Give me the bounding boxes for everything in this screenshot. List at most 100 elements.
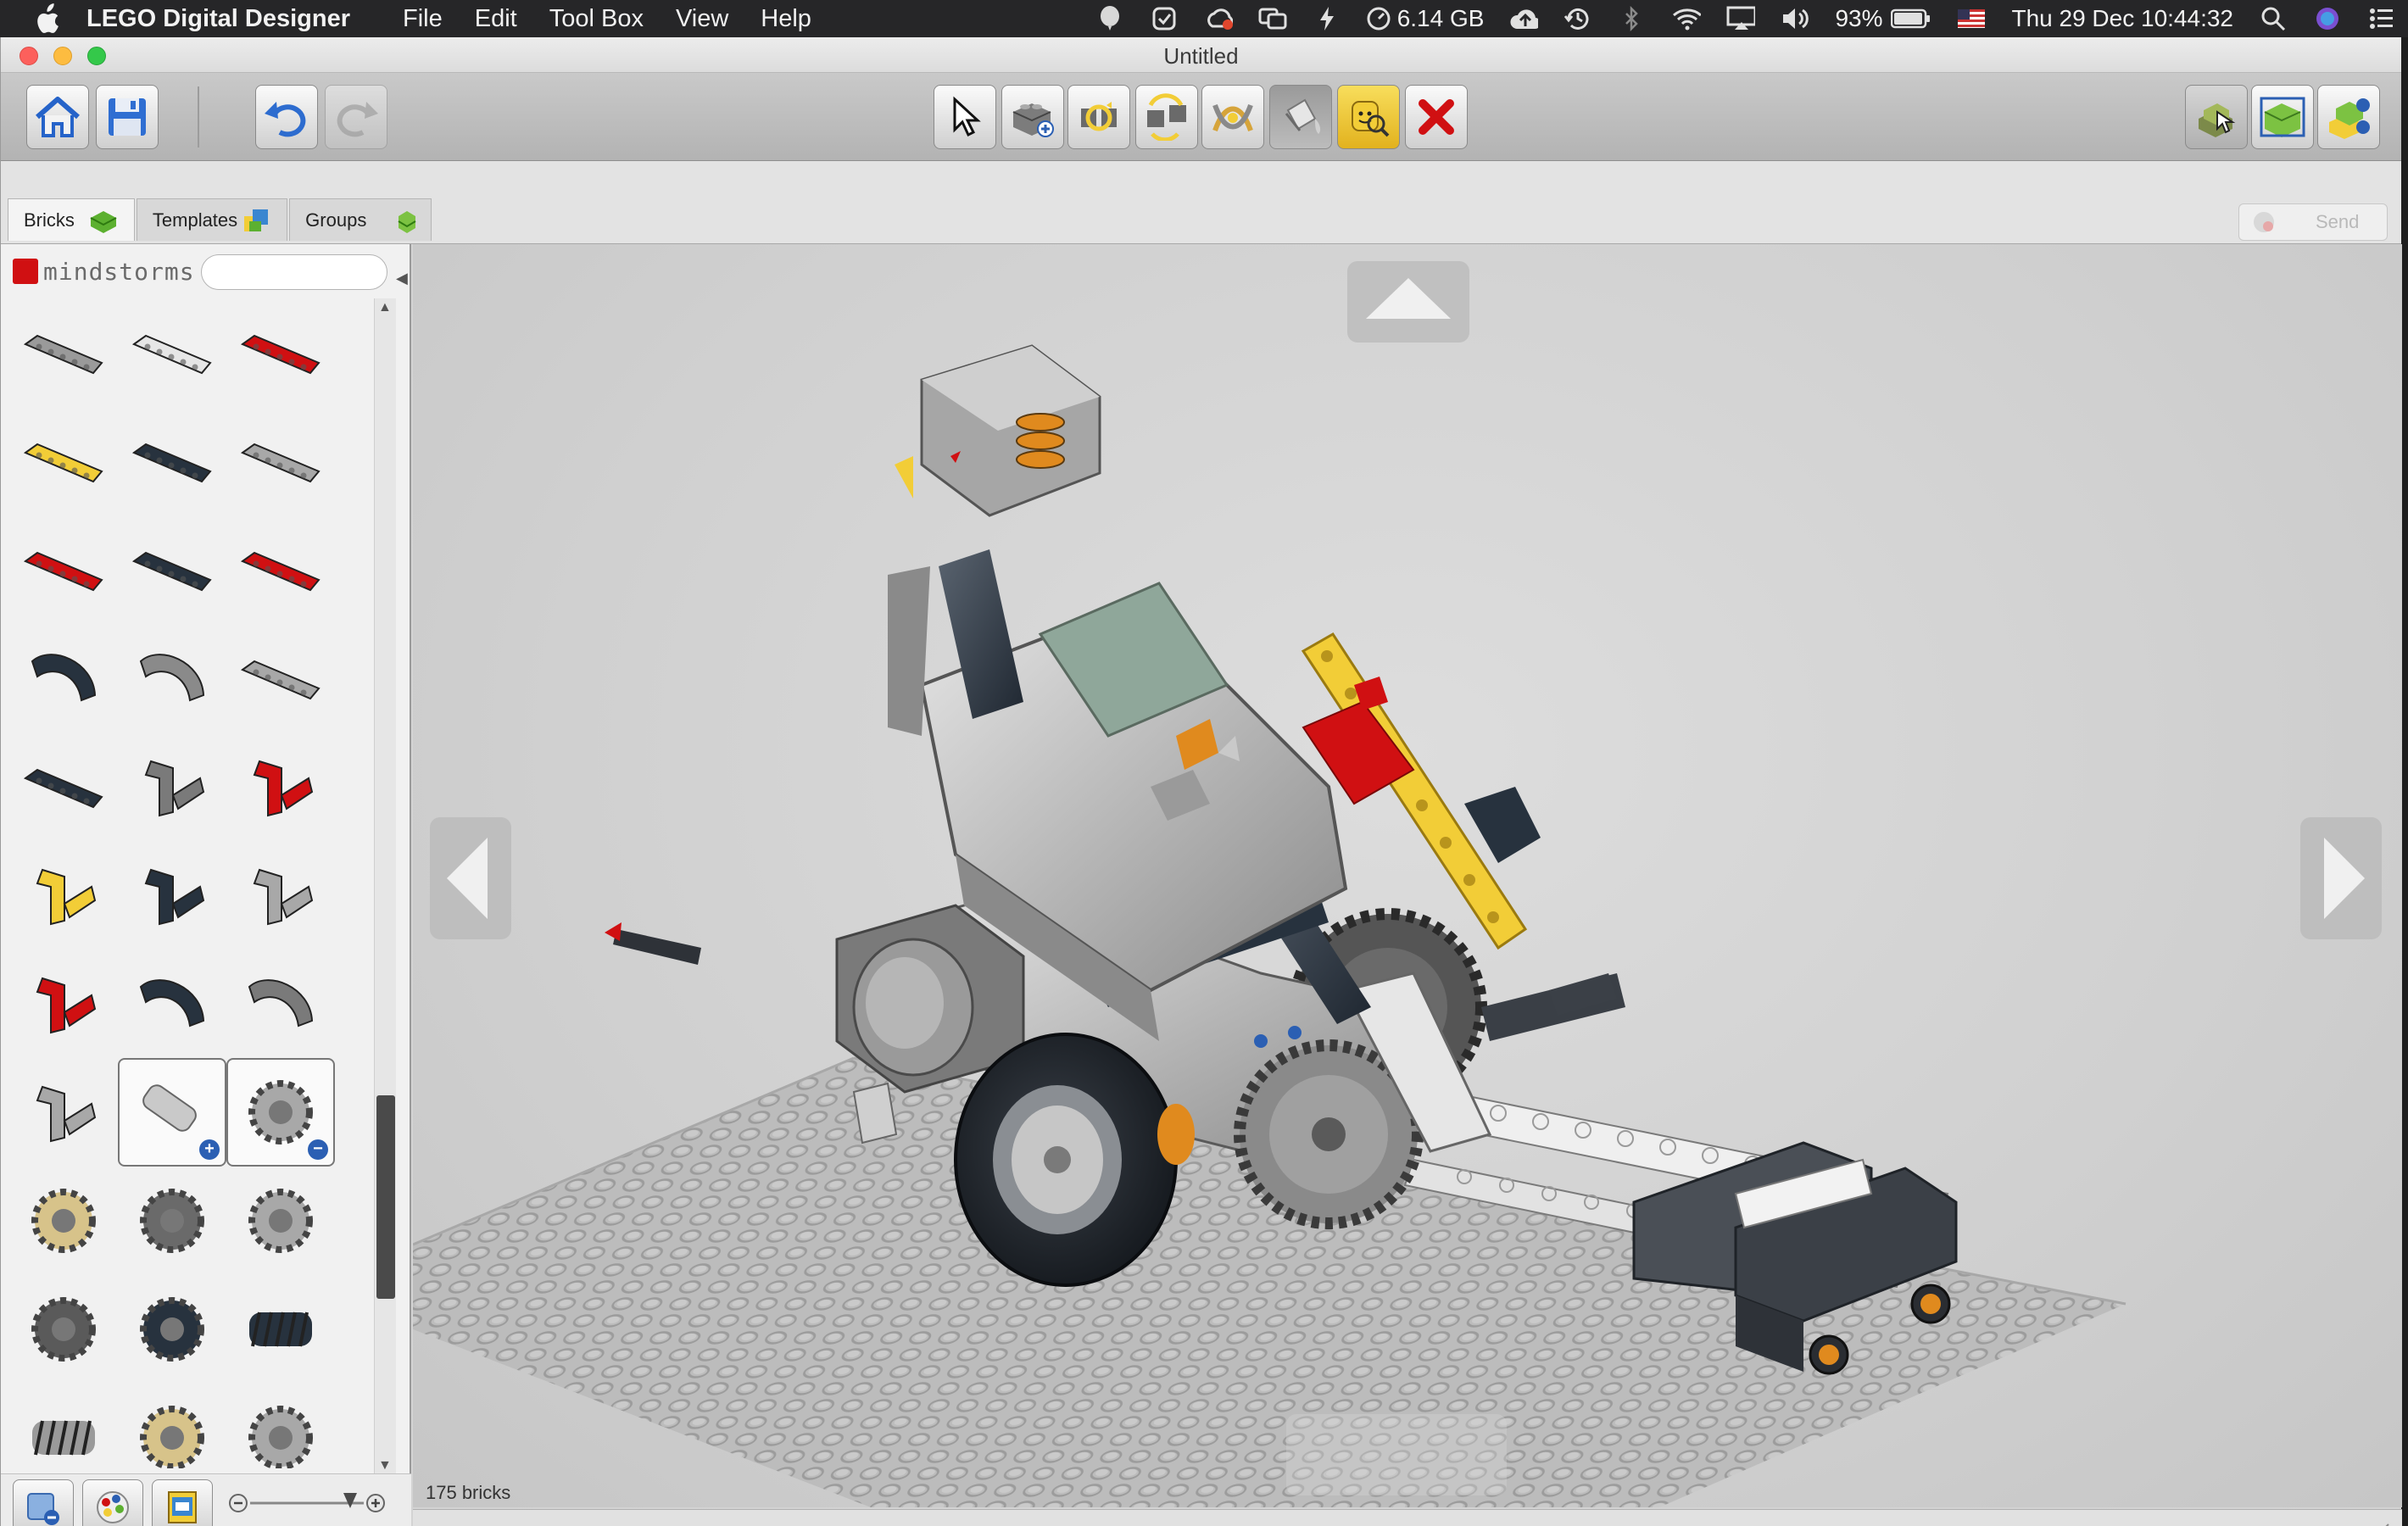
gear-light-gray-icon[interactable]: [226, 1384, 335, 1468]
hinge-align-tool-button[interactable]: [1135, 85, 1198, 149]
angle-beam-red-icon[interactable]: [226, 732, 335, 841]
clock[interactable]: Thu 29 Dec 10:44:32: [2011, 5, 2233, 32]
checklist-icon[interactable]: [1150, 6, 1179, 31]
scroll-thumb[interactable]: [376, 1095, 395, 1299]
undo-button[interactable]: [255, 85, 318, 149]
gear-dark-gray-icon[interactable]: [9, 1275, 118, 1384]
us-flag-icon[interactable]: [1957, 6, 1986, 31]
instructions-mode-button[interactable]: [2317, 85, 2380, 149]
home-button[interactable]: [26, 85, 89, 149]
loop-beam-dark-icon[interactable]: [118, 950, 226, 1058]
wifi-icon[interactable]: [1672, 6, 1702, 31]
gear-dark-blue-icon[interactable]: [118, 1275, 226, 1384]
gear-dark-gray-graphic: [31, 1297, 96, 1362]
tab-templates[interactable]: Templates: [136, 198, 288, 241]
build-mode-button[interactable]: [2185, 85, 2248, 149]
angle-beam-yellow-icon[interactable]: [9, 841, 118, 950]
title-bar[interactable]: Untitled: [1, 37, 2401, 73]
clone-tool-button[interactable]: [1001, 85, 1064, 149]
brick-set-filter-button[interactable]: [152, 1479, 213, 1526]
angle-beam-gray-icon[interactable]: [118, 732, 226, 841]
beam-dark-blue-gray-graphic: [131, 551, 212, 592]
creative-cloud-icon[interactable]: [1204, 6, 1233, 31]
spotlight-search-icon[interactable]: [2259, 6, 2288, 31]
menu-app-name[interactable]: LEGO Digital Designer: [86, 5, 350, 33]
menu-toolbox[interactable]: Tool Box: [549, 5, 644, 33]
volume-icon[interactable]: [1781, 6, 1809, 31]
tab-groups[interactable]: Groups: [289, 198, 432, 241]
balloon-icon[interactable]: [1095, 6, 1124, 31]
loop-beam-gray-icon[interactable]: [226, 950, 335, 1058]
scroll-up-icon[interactable]: ▲: [378, 300, 392, 315]
siri-icon[interactable]: [2313, 6, 2342, 31]
angle-connector-gray-icon[interactable]: [226, 841, 335, 950]
worm-gear-dark-icon[interactable]: [226, 1275, 335, 1384]
lego-model-scene[interactable]: [413, 244, 2402, 1507]
thumbnail-zoom-slider[interactable]: [228, 1491, 389, 1515]
palette-scrollbar[interactable]: ▲ ▼: [374, 298, 396, 1475]
angle-connector-dark-icon[interactable]: [118, 841, 226, 950]
beam-yellow-icon[interactable]: [9, 407, 118, 515]
menu-help[interactable]: Help: [761, 5, 811, 33]
memory-gauge-icon[interactable]: [1367, 6, 1391, 31]
collapse-palette-button[interactable]: [13, 1479, 74, 1526]
gear-tan-icon[interactable]: [9, 1167, 118, 1275]
cloud-upload-icon[interactable]: [1509, 6, 1539, 31]
menu-edit[interactable]: Edit: [475, 5, 517, 33]
apple-menu-icon[interactable]: [32, 3, 66, 34]
hinge-tool-button[interactable]: [1067, 85, 1130, 149]
top-sensor: [895, 344, 1101, 517]
collapse-panel-icon[interactable]: ◀: [396, 270, 408, 287]
memory-readout[interactable]: 6.14 GB: [1397, 5, 1485, 32]
battery-percent[interactable]: 93%: [1835, 5, 1882, 32]
menu-file[interactable]: File: [403, 5, 443, 33]
camera-right-arrow[interactable]: [2300, 817, 2382, 939]
hide-tool-button[interactable]: [1337, 85, 1400, 149]
angle-connector-red-icon[interactable]: [9, 950, 118, 1058]
remove-gear-icon-icon[interactable]: −: [226, 1058, 335, 1167]
add-part-icon-icon[interactable]: +: [118, 1058, 226, 1167]
notification-center-icon[interactable]: [2367, 6, 2396, 31]
view-mode-button[interactable]: [2251, 85, 2314, 149]
beam-light-gray-icon[interactable]: [226, 407, 335, 515]
time-machine-icon[interactable]: [1564, 6, 1592, 31]
beam-white-icon[interactable]: [118, 298, 226, 407]
flex-tool-button[interactable]: [1201, 85, 1264, 149]
beam-dark-blue-gray-icon[interactable]: [118, 407, 226, 515]
redo-button[interactable]: [325, 85, 387, 149]
beam-red-icon[interactable]: [226, 298, 335, 407]
resize-grip-icon[interactable]: [2366, 1519, 2390, 1526]
bolt-icon[interactable]: [1313, 6, 1341, 31]
build-canvas[interactable]: [413, 244, 2402, 1507]
bluetooth-icon[interactable]: [1618, 6, 1647, 31]
gear-dark-gray-icon[interactable]: [118, 1167, 226, 1275]
screens-icon[interactable]: [1258, 6, 1287, 31]
select-tool-button[interactable]: [934, 85, 996, 149]
menu-view[interactable]: View: [676, 5, 728, 33]
camera-down-arrow[interactable]: [1286, 1414, 1507, 1495]
long-beam-gray-icon[interactable]: [226, 624, 335, 732]
save-button[interactable]: [96, 85, 159, 149]
scroll-down-icon[interactable]: ▼: [378, 1458, 392, 1473]
airplay-icon[interactable]: [1726, 6, 1756, 31]
beam-red-icon[interactable]: [9, 515, 118, 624]
beam-dark-blue-gray-icon[interactable]: [118, 515, 226, 624]
worm-gear-gray-icon[interactable]: [9, 1384, 118, 1468]
gear-light-gray-icon[interactable]: [226, 1167, 335, 1275]
curved-beam-dark-icon[interactable]: [9, 624, 118, 732]
color-filter-button[interactable]: [82, 1479, 143, 1526]
brick-search-input[interactable]: [201, 254, 387, 290]
connector-gray-icon[interactable]: [9, 1058, 118, 1167]
send-button[interactable]: Send: [2238, 203, 2388, 241]
battery-icon[interactable]: [1891, 6, 1931, 31]
camera-left-arrow[interactable]: [430, 817, 511, 939]
gear-tan-icon[interactable]: [118, 1384, 226, 1468]
tab-bricks[interactable]: Bricks: [8, 198, 135, 241]
delete-tool-button[interactable]: [1405, 85, 1468, 149]
curved-beam-gray-icon[interactable]: [118, 624, 226, 732]
long-beam-dark-icon[interactable]: [9, 732, 118, 841]
paint-tool-button[interactable]: [1269, 85, 1332, 149]
beam-red-icon[interactable]: [226, 515, 335, 624]
camera-up-arrow[interactable]: [1347, 261, 1469, 343]
beam-light-gray-icon[interactable]: [9, 298, 118, 407]
